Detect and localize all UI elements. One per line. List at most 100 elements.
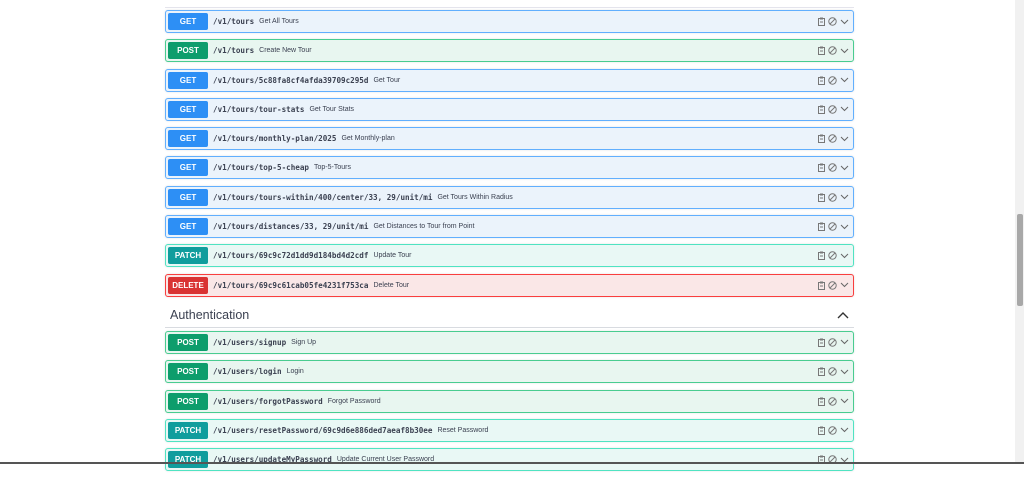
- chevron-down-icon[interactable]: [840, 165, 849, 171]
- operation-get[interactable]: GET /v1/tours/monthly-plan/2025 Get Mont…: [165, 127, 854, 151]
- operation-path: /v1/users/login: [213, 367, 282, 377]
- chevron-down-icon[interactable]: [840, 253, 849, 259]
- copy-icon[interactable]: [818, 397, 825, 406]
- operation-path: /v1/tours/tours-within/400/center/33, 29…: [213, 192, 433, 202]
- lock-icon[interactable]: [828, 222, 837, 231]
- copy-icon[interactable]: [818, 251, 825, 261]
- operation-patch[interactable]: PATCH /v1/users/updateMyPassword Update …: [165, 448, 854, 472]
- lock-icon[interactable]: [828, 338, 837, 347]
- operation-get[interactable]: GET /v1/tours/tour-stats Get Tour Stats: [165, 97, 854, 121]
- operation-summary: Get Distances to Tour from Point: [373, 223, 475, 231]
- chevron-down-icon[interactable]: [840, 369, 849, 375]
- divider: [165, 7, 854, 8]
- operation-summary: Reset Password: [437, 426, 489, 434]
- copy-icon[interactable]: [818, 105, 825, 114]
- operation-patch[interactable]: PATCH /v1/users/resetPassword/69c9d6e886…: [165, 418, 854, 442]
- lock-icon[interactable]: [828, 251, 837, 261]
- operation-summary: Sign Up: [291, 338, 317, 346]
- copy-icon[interactable]: [818, 46, 825, 56]
- lock-icon[interactable]: [828, 134, 837, 143]
- lock-icon[interactable]: [828, 163, 837, 173]
- method-badge: GET: [168, 100, 208, 118]
- lock-icon[interactable]: [828, 105, 837, 114]
- operation-path: /v1/tours/tour-stats: [213, 104, 305, 114]
- chevron-down-icon[interactable]: [840, 398, 849, 404]
- chevron-down-icon[interactable]: [840, 48, 849, 54]
- operation-post[interactable]: POST /v1/users/forgotPassword Forgot Pas…: [165, 389, 854, 413]
- tours-operations: GET /v1/tours Get All Tours POST /v1/tou…: [165, 10, 854, 297]
- chevron-down-icon[interactable]: [840, 224, 849, 230]
- operation-summary: Login: [286, 368, 304, 376]
- lock-icon[interactable]: [828, 193, 837, 202]
- auth-operations: POST /v1/users/signup Sign Up POST /v1/u…: [165, 330, 854, 472]
- section-header-authentication[interactable]: Authentication: [165, 303, 854, 328]
- operation-summary: Get Monthly-plan: [341, 135, 395, 143]
- copy-icon[interactable]: [818, 426, 825, 435]
- operations-list: GET /v1/tours Get All Tours POST /v1/tou…: [165, 0, 854, 477]
- chevron-down-icon[interactable]: [840, 106, 849, 112]
- chevron-down-icon[interactable]: [840, 339, 849, 345]
- operation-get[interactable]: GET /v1/tours/5c88fa8cf4afda39709c295d G…: [165, 68, 854, 92]
- chevron-down-icon[interactable]: [840, 136, 849, 142]
- method-badge: GET: [168, 218, 208, 236]
- chevron-down-icon[interactable]: [840, 19, 849, 25]
- lock-icon[interactable]: [828, 396, 837, 406]
- method-badge: POST: [168, 363, 208, 381]
- copy-icon[interactable]: [818, 76, 825, 85]
- copy-icon[interactable]: [818, 193, 825, 202]
- lock-icon[interactable]: [828, 367, 837, 376]
- operation-get[interactable]: GET /v1/tours/distances/33, 29/unit/mi G…: [165, 215, 854, 239]
- operation-path: /v1/tours: [213, 17, 255, 26]
- method-badge: POST: [168, 42, 208, 60]
- operation-get[interactable]: GET /v1/tours/top-5-cheap Top-5-Tours: [165, 156, 854, 180]
- copy-icon[interactable]: [818, 17, 825, 26]
- operation-get[interactable]: GET /v1/tours/tours-within/400/center/33…: [165, 185, 854, 209]
- operation-summary: Update Tour: [373, 252, 412, 260]
- operation-path: /v1/tours/69c9c61cab05fe4231f753ca: [213, 280, 369, 290]
- copy-icon[interactable]: [818, 222, 825, 232]
- scrollbar[interactable]: [1015, 0, 1024, 464]
- method-badge: PATCH: [168, 421, 208, 439]
- operation-path: /v1/users/resetPassword/69c9d6e886ded7ae…: [213, 425, 433, 435]
- chevron-down-icon[interactable]: [840, 427, 849, 433]
- operation-path: /v1/users/signup: [213, 337, 287, 347]
- lock-icon[interactable]: [828, 426, 837, 435]
- operation-summary: Delete Tour: [373, 281, 410, 289]
- operation-summary: Get All Tours: [259, 18, 299, 25]
- operation-summary: Create New Tour: [259, 47, 312, 55]
- operation-post[interactable]: POST /v1/tours Create New Tour: [165, 39, 854, 63]
- lock-icon[interactable]: [828, 17, 837, 26]
- operation-path: /v1/tours/distances/33, 29/unit/mi: [213, 222, 369, 232]
- operation-summary: Get Tour: [373, 76, 401, 84]
- operation-path: /v1/tours/5c88fa8cf4afda39709c295d: [213, 75, 369, 85]
- method-badge: POST: [168, 333, 208, 351]
- operation-delete[interactable]: DELETE /v1/tours/69c9c61cab05fe4231f753c…: [165, 273, 854, 297]
- operation-patch[interactable]: PATCH /v1/tours/69c9c72d1dd9d184bd4d2cdf…: [165, 244, 854, 268]
- copy-icon[interactable]: [818, 338, 825, 347]
- chevron-down-icon[interactable]: [840, 77, 849, 83]
- operation-path: /v1/tours: [213, 46, 255, 56]
- operation-path: /v1/tours/top-5-cheap: [213, 163, 310, 173]
- lock-icon[interactable]: [828, 280, 837, 290]
- lock-icon[interactable]: [828, 75, 837, 85]
- copy-icon[interactable]: [818, 281, 825, 290]
- operation-path: /v1/users/forgotPassword: [213, 396, 323, 406]
- operation-summary: Get Tour Stats: [309, 105, 355, 113]
- copy-icon[interactable]: [818, 163, 825, 173]
- copy-icon[interactable]: [818, 134, 825, 144]
- operation-post[interactable]: POST /v1/users/signup Sign Up: [165, 330, 854, 354]
- scrollbar-thumb[interactable]: [1017, 214, 1023, 306]
- chevron-down-icon[interactable]: [840, 194, 849, 200]
- chevron-down-icon[interactable]: [840, 282, 849, 288]
- method-badge: PATCH: [168, 451, 208, 469]
- method-badge: GET: [168, 130, 208, 148]
- operation-get[interactable]: GET /v1/tours Get All Tours: [165, 10, 854, 33]
- lock-icon[interactable]: [828, 46, 837, 55]
- copy-icon[interactable]: [818, 367, 825, 377]
- operation-post[interactable]: POST /v1/users/login Login: [165, 360, 854, 384]
- operation-path: /v1/tours/monthly-plan/2025: [213, 134, 337, 144]
- operation-summary: Top-5-Tours: [314, 164, 351, 172]
- method-badge: GET: [168, 13, 208, 30]
- chevron-up-icon[interactable]: [837, 311, 849, 319]
- method-badge: GET: [168, 159, 208, 177]
